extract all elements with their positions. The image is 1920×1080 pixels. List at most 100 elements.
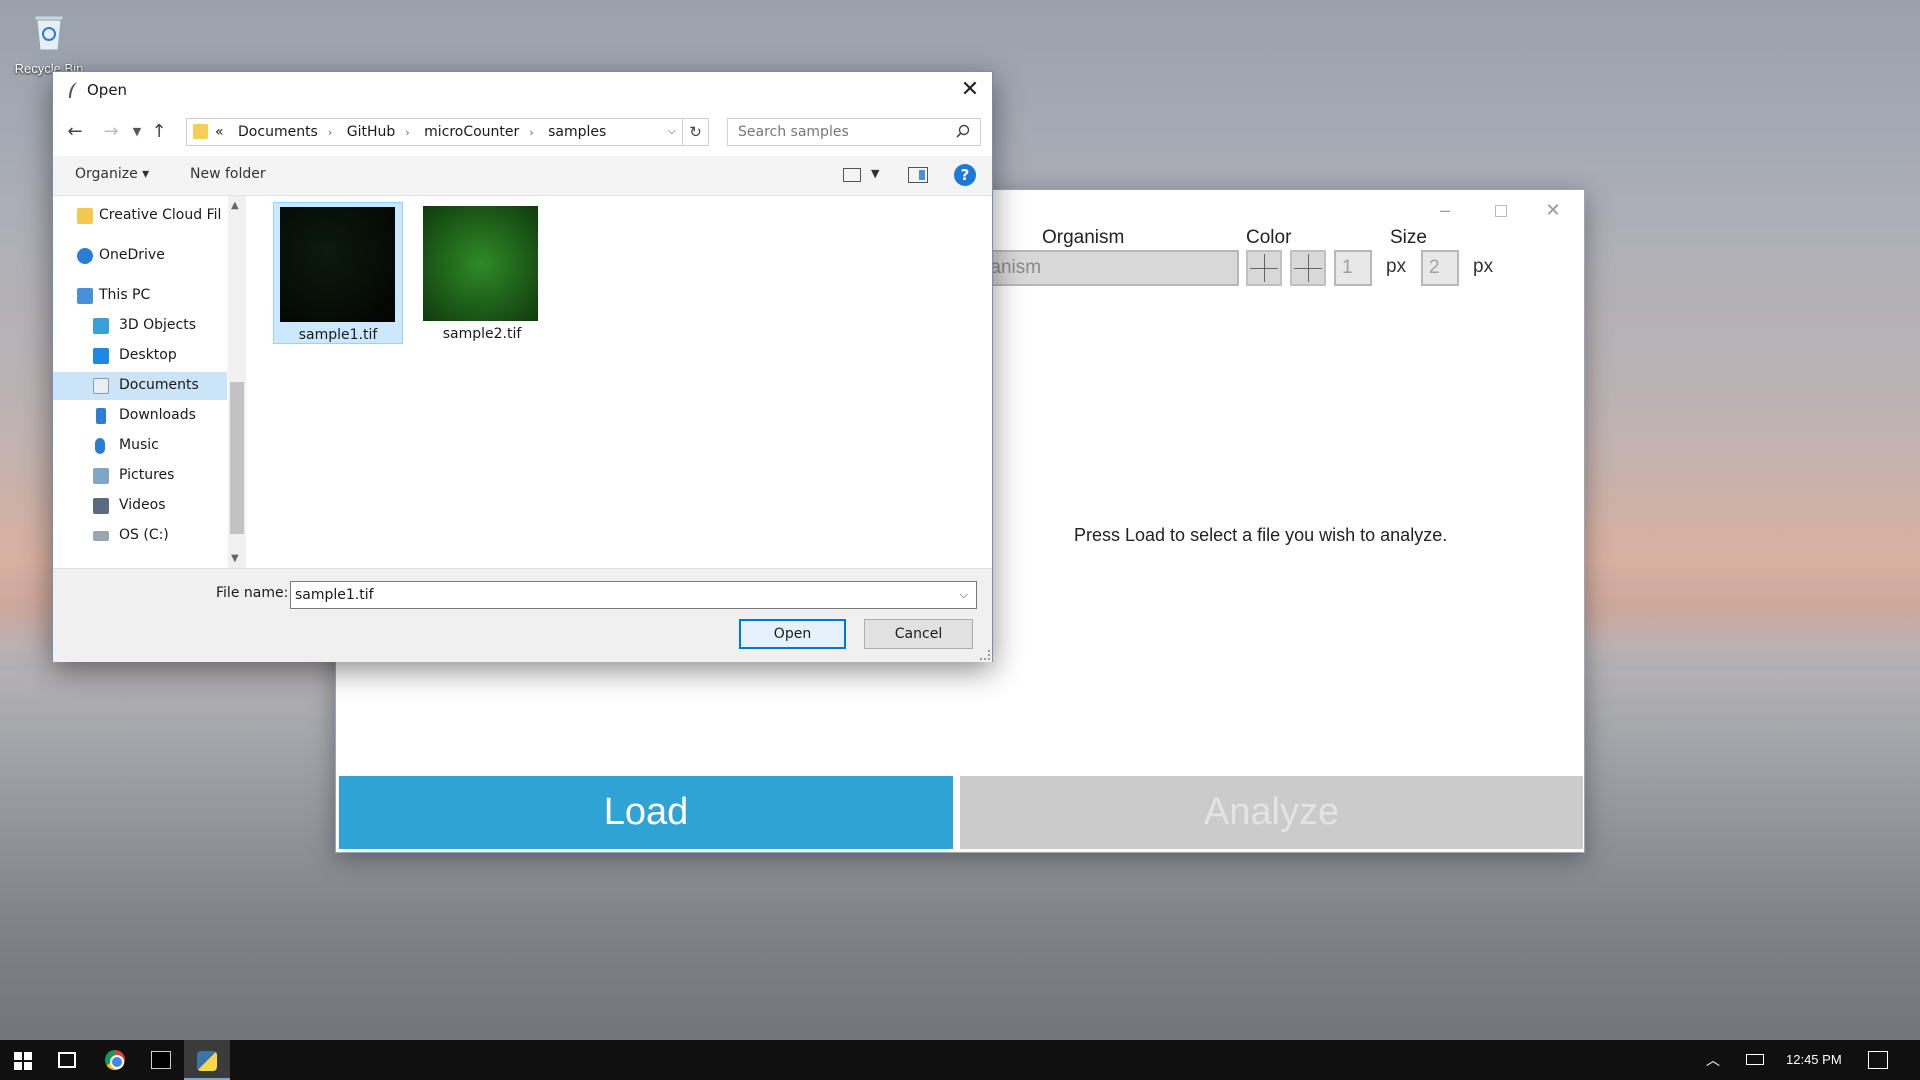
recent-locations-chevron-icon[interactable]: ▼ [125, 120, 149, 144]
breadcrumb-documents[interactable]: Documents [238, 124, 318, 140]
view-options-icon[interactable] [843, 168, 861, 182]
navigation-scrollbar[interactable]: ▲ ▼ [228, 196, 246, 568]
dialog-close-button[interactable]: ✕ [956, 76, 984, 104]
music-icon [95, 438, 105, 454]
file-thumbnail [280, 207, 395, 322]
nav-item-onedrive[interactable]: OneDrive [53, 242, 227, 270]
nav-item-label: Music [119, 437, 159, 453]
file-name-value: sample1.tif [295, 587, 374, 603]
recycle-bin-icon [34, 15, 64, 51]
nav-item-music[interactable]: Music [53, 432, 227, 460]
color-label: Color [1246, 227, 1292, 248]
color-picker-button-1[interactable] [1246, 250, 1282, 286]
videos-icon [93, 498, 109, 514]
battery-icon[interactable] [1746, 1054, 1764, 1065]
file-item-sample2[interactable]: sample2.tif [417, 202, 547, 344]
preview-pane-icon[interactable] [908, 167, 928, 183]
nav-item-3d-objects[interactable]: 3D Objects [53, 312, 227, 340]
nav-item-pictures[interactable]: Pictures [53, 462, 227, 490]
start-button[interactable] [0, 1040, 46, 1080]
close-button[interactable]: ✕ [1530, 198, 1576, 222]
nav-item-label: OS (C:) [119, 527, 169, 543]
file-name: sample2.tif [442, 326, 522, 342]
nav-item-label: Downloads [119, 407, 196, 423]
size-max-unit: px [1473, 256, 1494, 277]
view-dropdown-icon[interactable]: ▼ [871, 167, 879, 180]
dialog-titlebar[interactable]: Open ✕ [53, 72, 992, 108]
breadcrumb-github[interactable]: GitHub [347, 124, 396, 140]
task-view-button[interactable] [44, 1040, 90, 1080]
up-arrow-icon[interactable]: ↑ [147, 120, 171, 144]
nav-item-desktop[interactable]: Desktop [53, 342, 227, 370]
cancel-button[interactable]: Cancel [864, 619, 973, 649]
nav-item-this-pc[interactable]: This PC [53, 282, 227, 310]
file-name-input[interactable]: sample1.tif ⌵ [290, 581, 977, 609]
nav-item-label: Videos [119, 497, 166, 513]
refresh-icon[interactable]: ↻ [682, 119, 708, 145]
breadcrumb: « Documents › GitHub › microCounter › sampl… [215, 124, 616, 140]
scroll-down-icon[interactable]: ▼ [231, 553, 239, 564]
new-folder-button[interactable]: New folder [190, 166, 266, 182]
search-placeholder: Search samples [738, 124, 849, 140]
terminal-taskbar-button[interactable] [138, 1040, 184, 1080]
breadcrumb-microcounter[interactable]: microCounter [424, 124, 519, 140]
open-file-dialog: Open ✕ ← → ▼ ↑ « Documents › GitHub › micr… [52, 71, 993, 662]
file-name-label: File name: [216, 585, 289, 601]
size-max-input[interactable]: 2 [1421, 250, 1459, 286]
search-box[interactable]: Search samples [727, 118, 981, 146]
breadcrumb-overflow[interactable]: « [215, 124, 224, 140]
show-hidden-icons-chevron-icon[interactable]: ︿ [1706, 1040, 1720, 1080]
computer-icon [77, 288, 93, 304]
feather-icon [69, 82, 77, 98]
scroll-up-icon[interactable]: ▲ [231, 200, 239, 211]
load-button[interactable]: Load [339, 776, 953, 849]
action-center-icon[interactable] [1868, 1051, 1888, 1069]
desktop-icon [93, 348, 109, 364]
nav-item-videos[interactable]: Videos [53, 492, 227, 520]
address-dropdown-icon[interactable]: ⌵ [668, 124, 676, 138]
nav-item-downloads[interactable]: Downloads [53, 402, 227, 430]
size-min-input[interactable]: 1 [1334, 250, 1372, 286]
python-icon [197, 1051, 217, 1071]
file-item-sample1[interactable]: sample1.tif [273, 202, 403, 344]
forward-arrow-icon[interactable]: → [99, 120, 123, 144]
nav-item-documents[interactable]: Documents [53, 372, 227, 400]
file-name-dropdown-icon[interactable]: ⌵ [960, 582, 968, 608]
minimize-button[interactable]: – [1422, 198, 1468, 222]
drive-icon [93, 531, 109, 541]
clock[interactable]: 12:45 PM [1786, 1040, 1842, 1080]
size-label: Size [1390, 227, 1427, 248]
maximize-button[interactable] [1478, 198, 1524, 222]
search-icon [956, 124, 970, 138]
analyze-button[interactable]: Analyze [960, 776, 1583, 849]
organize-menu[interactable]: Organize ▾ [75, 166, 149, 182]
file-list: sample1.tif sample2.tif [249, 196, 993, 568]
nav-item-label: This PC [99, 287, 151, 303]
dialog-toolbar: Organize ▾ New folder ▼ ? [53, 156, 992, 196]
pictures-icon [93, 468, 109, 484]
resize-grip-icon[interactable] [980, 650, 990, 660]
nav-item-os-c[interactable]: OS (C:) [53, 522, 227, 550]
recycle-bin-desktop-icon[interactable]: Recycle Bin [6, 8, 92, 76]
task-view-icon [58, 1052, 76, 1068]
address-bar[interactable]: « Documents › GitHub › microCounter › sampl… [186, 118, 709, 146]
size-min-unit: px [1386, 256, 1407, 277]
taskbar: ︿ 12:45 PM [0, 1040, 1920, 1080]
chrome-icon [105, 1050, 125, 1070]
nav-item-label: Desktop [119, 347, 177, 363]
color-picker-button-2[interactable] [1290, 250, 1326, 286]
scrollbar-thumb[interactable] [230, 382, 244, 534]
folder-icon [193, 124, 208, 139]
nav-item-label: 3D Objects [119, 317, 197, 333]
instruction-message: Press Load to select a file you wish to … [1074, 525, 1448, 545]
windows-logo-icon [14, 1052, 32, 1070]
back-arrow-icon[interactable]: ← [63, 120, 87, 144]
navigation-row: ← → ▼ ↑ « Documents › GitHub › microCounte… [53, 116, 992, 148]
organism-label: Organism [1042, 227, 1125, 248]
nav-item-creative-cloud[interactable]: Creative Cloud Fil [53, 202, 227, 230]
breadcrumb-samples[interactable]: samples [548, 124, 606, 140]
python-taskbar-button[interactable] [184, 1040, 230, 1080]
help-icon[interactable]: ? [954, 164, 976, 186]
open-button[interactable]: Open [739, 619, 846, 649]
chrome-taskbar-button[interactable] [92, 1040, 138, 1080]
